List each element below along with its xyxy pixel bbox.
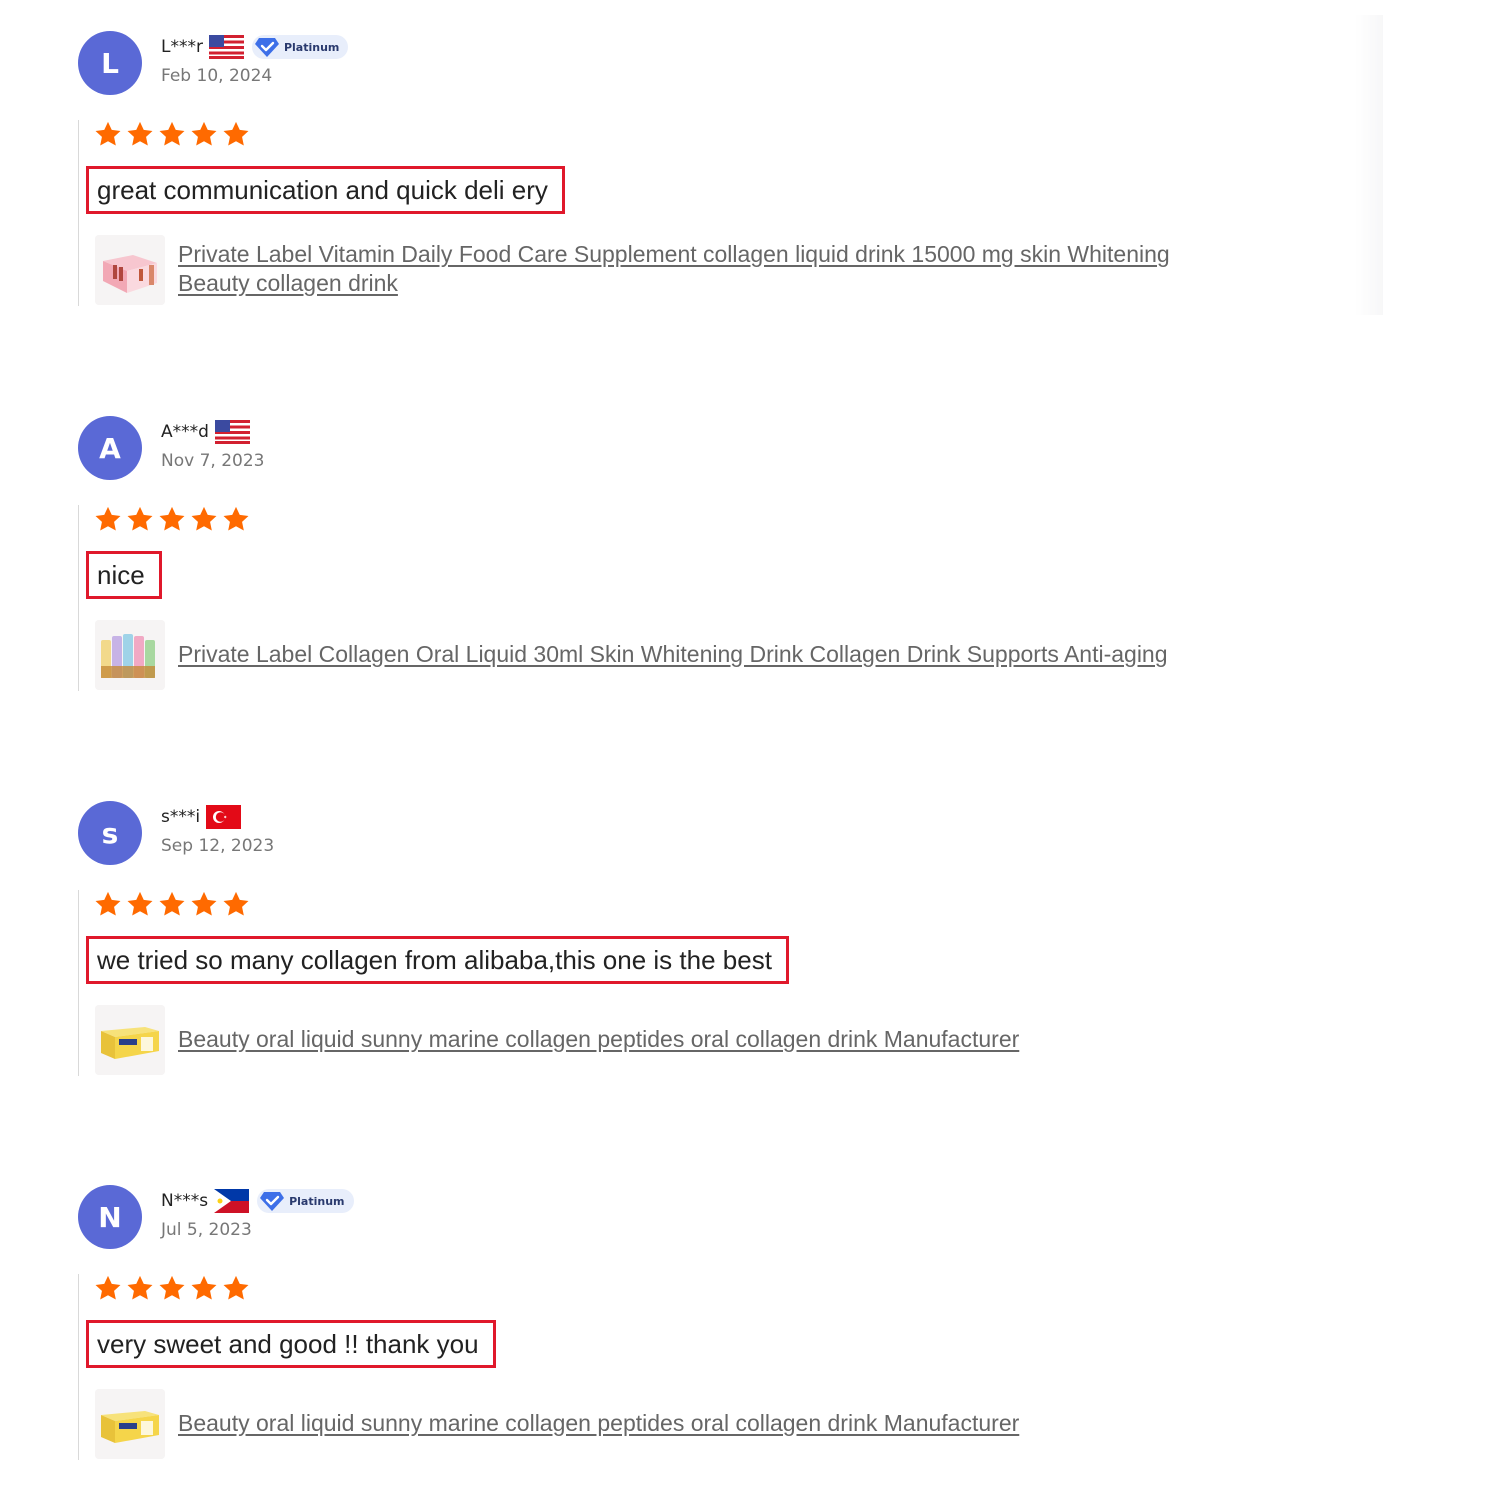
reviewer-name: L***r <box>161 37 203 57</box>
product-thumbnail[interactable] <box>95 1005 165 1075</box>
star-icon <box>94 120 122 148</box>
product-thumbnail[interactable] <box>95 235 165 305</box>
reviewer-info: s***i <box>161 803 241 831</box>
colored-bottles-thumbnail <box>95 620 165 690</box>
star-icon <box>94 1274 122 1302</box>
review-card: N N***s Platinum Jul 5, 2023 very sweet … <box>0 1154 1400 1504</box>
yellow-box-thumbnail <box>95 1389 165 1459</box>
star-icon <box>158 120 186 148</box>
product-thumbnail[interactable] <box>95 1389 165 1459</box>
reviewer-name: s***i <box>161 807 201 827</box>
review-divider <box>78 1274 79 1460</box>
star-icon <box>158 890 186 918</box>
star-icon <box>222 505 250 533</box>
star-icon <box>158 1274 186 1302</box>
badge-label: Platinum <box>289 1194 345 1208</box>
star-icon <box>222 890 250 918</box>
star-icon <box>126 890 154 918</box>
product-link[interactable]: Beauty oral liquid sunny marine collagen… <box>178 1025 1228 1054</box>
review-divider <box>78 505 79 691</box>
star-icon <box>126 1274 154 1302</box>
reviewer-info: N***s Platinum <box>161 1187 354 1215</box>
yellow-box-thumbnail <box>95 1005 165 1075</box>
star-icon <box>158 505 186 533</box>
turkey-flag-icon <box>206 805 241 829</box>
star-icon <box>222 1274 250 1302</box>
product-thumbnail[interactable] <box>95 620 165 690</box>
star-rating <box>94 505 250 533</box>
us-flag-icon <box>209 35 244 59</box>
review-comment: great communication and quick deli ery <box>86 166 565 214</box>
review-date: Sep 12, 2023 <box>161 836 275 856</box>
product-link[interactable]: Beauty oral liquid sunny marine collagen… <box>178 1409 1228 1438</box>
philippines-flag-icon <box>214 1189 249 1213</box>
star-icon <box>190 505 218 533</box>
star-rating <box>94 1274 250 1302</box>
star-icon <box>126 120 154 148</box>
reviewer-info: L***r Platinum <box>161 33 349 61</box>
review-date: Feb 10, 2024 <box>161 66 273 86</box>
star-icon <box>190 120 218 148</box>
star-icon <box>94 890 122 918</box>
pink-box-vials-thumbnail <box>95 235 165 305</box>
review-comment: very sweet and good !! thank you <box>86 1320 496 1368</box>
review-date: Jul 5, 2023 <box>161 1220 252 1240</box>
star-icon <box>190 1274 218 1302</box>
platinum-badge: Platinum <box>251 35 349 59</box>
product-link[interactable]: Private Label Vitamin Daily Food Care Su… <box>178 240 1228 298</box>
product-link[interactable]: Private Label Collagen Oral Liquid 30ml … <box>178 640 1228 669</box>
star-icon <box>126 505 154 533</box>
avatar: L <box>78 31 142 95</box>
review-divider <box>78 890 79 1076</box>
platinum-badge: Platinum <box>257 1189 354 1213</box>
avatar: s <box>78 801 142 865</box>
avatar: A <box>78 416 142 480</box>
reviewer-info: A***d <box>161 418 250 446</box>
reviewer-name: A***d <box>161 422 209 442</box>
review-card: s s***i Sep 12, 2023 we tried so many co… <box>0 770 1400 1120</box>
review-date: Nov 7, 2023 <box>161 451 265 471</box>
star-icon <box>222 120 250 148</box>
review-comment: nice <box>86 551 162 599</box>
us-flag-icon <box>215 420 250 444</box>
diamond-check-icon <box>254 36 280 58</box>
review-comment: we tried so many collagen from alibaba,t… <box>86 936 789 984</box>
review-divider <box>78 120 79 306</box>
review-card: L L***r Platinum Feb 10, 2024 great comm… <box>0 0 1400 350</box>
avatar: N <box>78 1185 142 1249</box>
star-rating <box>94 120 250 148</box>
badge-label: Platinum <box>283 40 340 54</box>
star-icon <box>94 505 122 533</box>
star-icon <box>190 890 218 918</box>
star-rating <box>94 890 250 918</box>
review-card: A A***d Nov 7, 2023 nice Private Label C… <box>0 385 1400 735</box>
diamond-check-icon <box>259 1190 285 1212</box>
reviewer-name: N***s <box>161 1191 209 1211</box>
